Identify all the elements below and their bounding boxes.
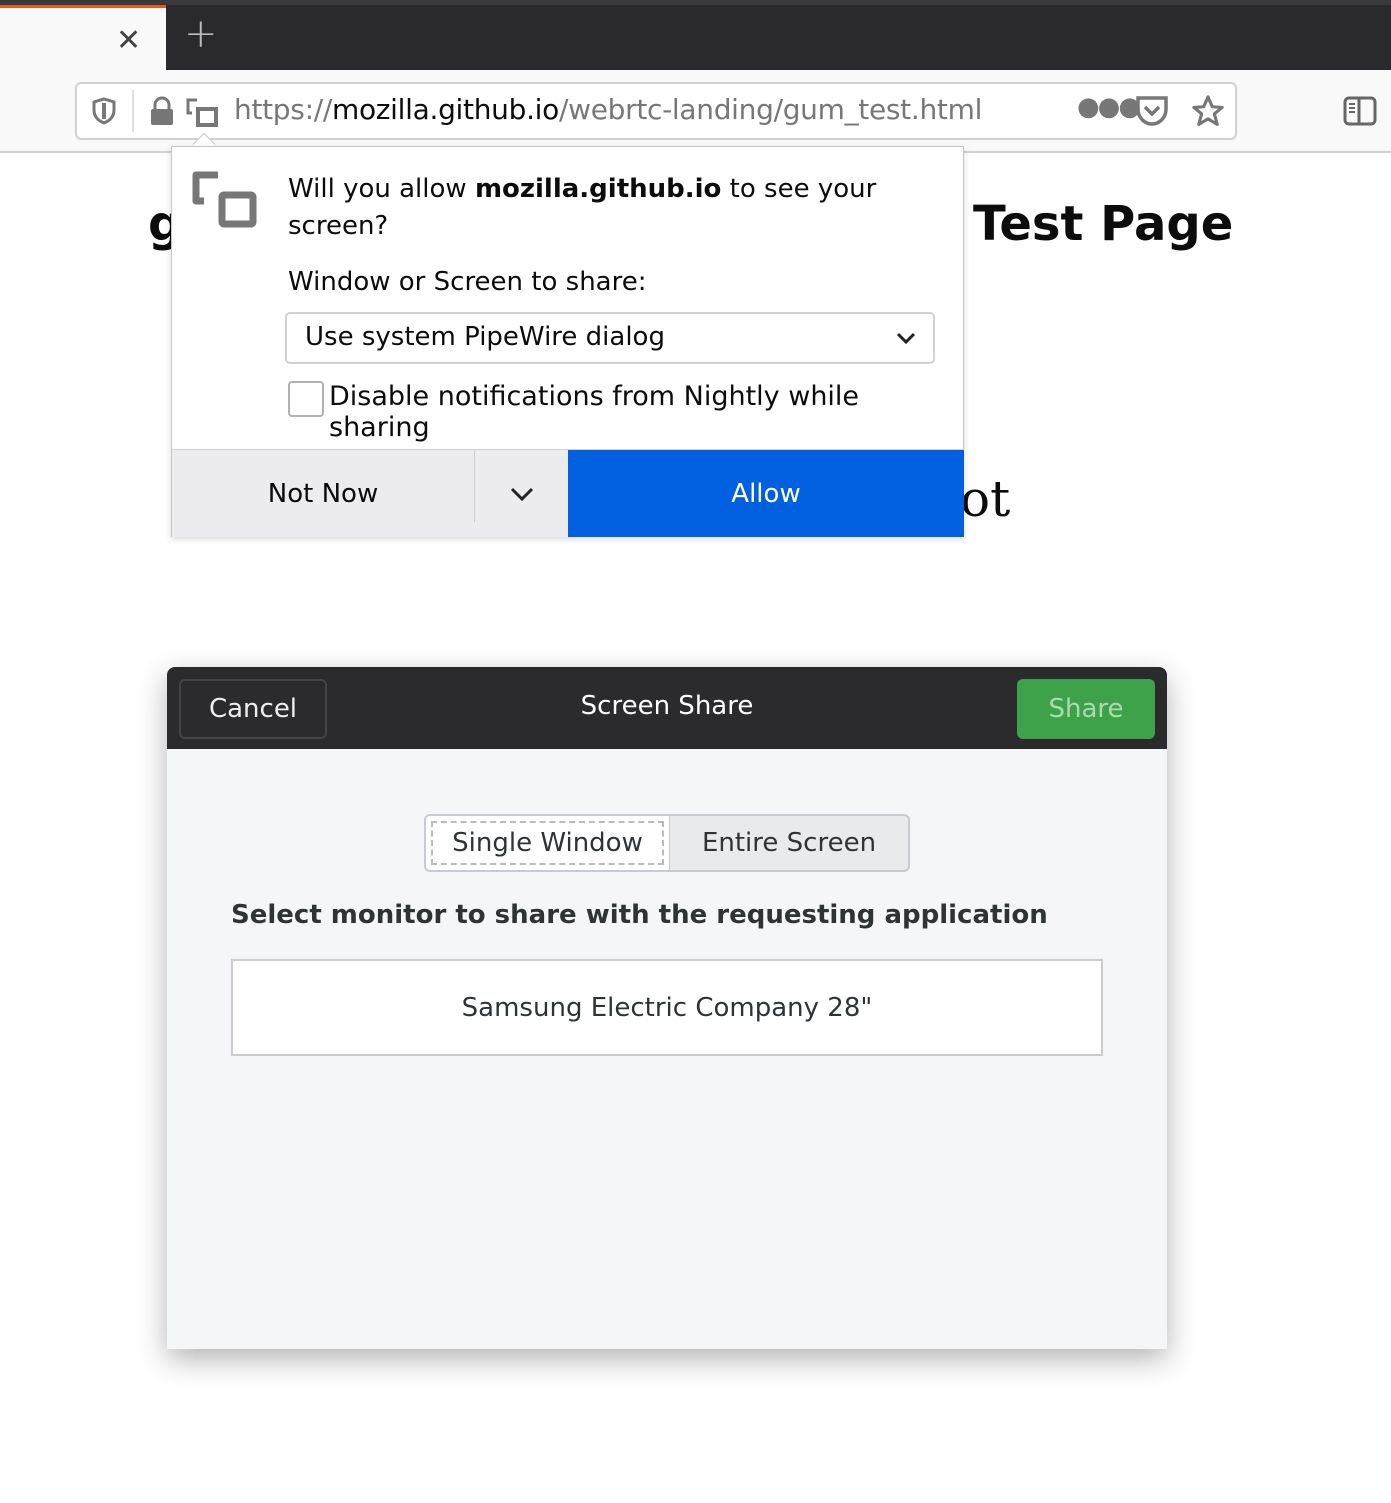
more-icon[interactable]: ●●● bbox=[1077, 92, 1141, 122]
monitor-list-item[interactable]: Samsung Electric Company 28" bbox=[231, 959, 1103, 1056]
page-heading: Test Page bbox=[973, 196, 1234, 252]
permission-message: Will you allow mozilla.github.io to see … bbox=[288, 171, 908, 245]
url-text[interactable]: https://mozilla.github.io/webrtc-landing… bbox=[234, 93, 982, 126]
screen-share-icon bbox=[192, 171, 257, 228]
share-mode-switcher: Single Window Entire Screen bbox=[424, 814, 910, 872]
allow-button[interactable]: Allow bbox=[568, 450, 964, 537]
disable-notifications-checkbox[interactable] bbox=[288, 381, 324, 417]
star-icon[interactable] bbox=[1191, 94, 1225, 128]
page-text: ot bbox=[960, 470, 1011, 528]
plus-icon[interactable]: + bbox=[184, 14, 218, 54]
divider bbox=[132, 90, 134, 132]
popup-buttons: Not Now Allow bbox=[172, 449, 964, 537]
shield-icon[interactable] bbox=[91, 97, 117, 125]
select-value: Use system PipeWire dialog bbox=[305, 322, 665, 352]
url-scheme: https:// bbox=[234, 93, 332, 126]
message-host: mozilla.github.io bbox=[474, 174, 722, 204]
url-host: mozilla.github.io bbox=[331, 93, 559, 126]
message-text: Will you allow bbox=[288, 174, 475, 204]
chevron-down-icon bbox=[896, 332, 916, 345]
tab-single-window[interactable]: Single Window bbox=[426, 816, 669, 870]
not-now-button[interactable]: Not Now bbox=[172, 450, 474, 537]
share-button[interactable]: Share bbox=[1017, 679, 1155, 739]
lock-icon[interactable] bbox=[149, 96, 175, 126]
close-icon[interactable]: ✕ bbox=[116, 26, 141, 56]
sidebar-icon[interactable] bbox=[1343, 96, 1377, 126]
tab-entire-screen[interactable]: Entire Screen bbox=[669, 816, 908, 870]
dialog-header: Screen Share Cancel Share bbox=[167, 667, 1167, 749]
permission-popup: Will you allow mozilla.github.io to see … bbox=[171, 146, 964, 537]
pocket-icon[interactable] bbox=[1135, 95, 1169, 127]
cancel-button[interactable]: Cancel bbox=[179, 679, 327, 739]
share-label: Window or Screen to share: bbox=[288, 267, 647, 297]
chevron-down-icon bbox=[510, 487, 533, 501]
url-path: /webrtc-landing/gum_test.html bbox=[558, 93, 983, 126]
screen-share-icon[interactable] bbox=[185, 97, 219, 127]
more-options-button[interactable] bbox=[475, 450, 568, 537]
disable-notifications-label[interactable]: Disable notifications from Nightly while… bbox=[329, 381, 963, 443]
monitor-prompt: Select monitor to share with the request… bbox=[231, 900, 1048, 930]
screen-share-dialog: Screen Share Cancel Share Single Window … bbox=[167, 667, 1167, 1349]
active-tab[interactable]: ✕ bbox=[0, 5, 166, 70]
share-source-select[interactable]: Use system PipeWire dialog bbox=[285, 312, 935, 364]
